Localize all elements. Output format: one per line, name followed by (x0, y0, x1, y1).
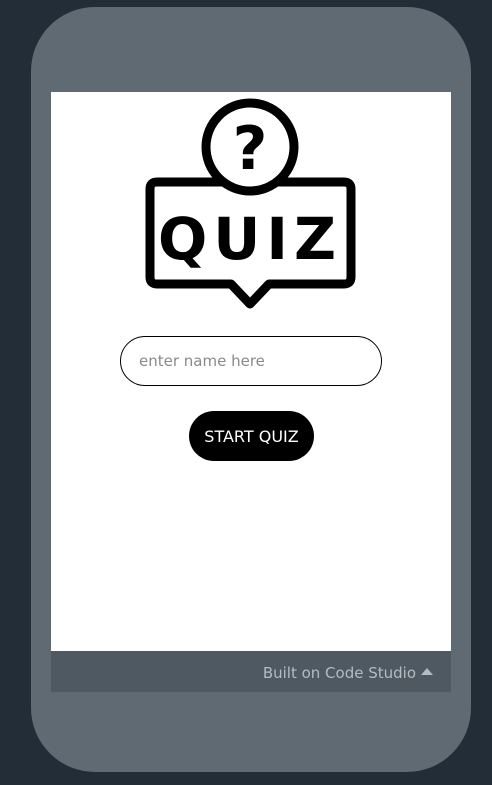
app-screen: ? QUIZ START QUIZ (51, 92, 451, 651)
name-input[interactable] (120, 336, 382, 386)
built-on-label: Built on Code Studio (262, 664, 416, 682)
caret-up-icon (421, 667, 433, 675)
built-on-code-studio-link[interactable]: Built on Code Studio (263, 664, 433, 682)
question-mark-text: ? (233, 114, 268, 184)
footer-bar: Built on Code Studio (51, 651, 451, 692)
quiz-logo-text: QUIZ (158, 205, 342, 273)
start-quiz-button[interactable]: START QUIZ (189, 411, 314, 461)
quiz-logo-icon: ? QUIZ (145, 98, 356, 309)
